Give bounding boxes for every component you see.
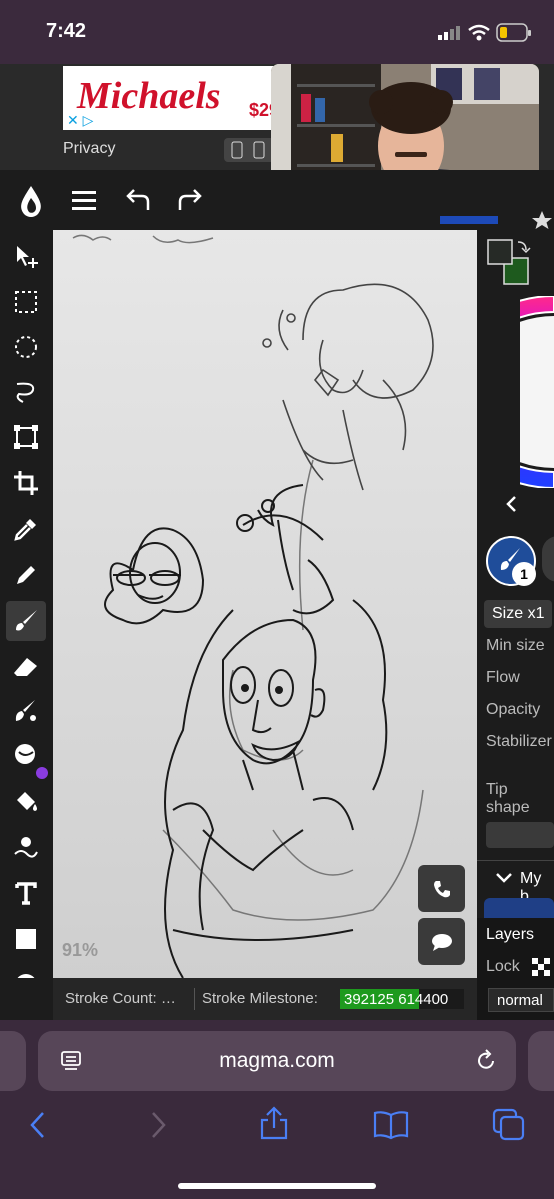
- status-bar: 7:42: [0, 0, 554, 64]
- share-icon[interactable]: [258, 1106, 290, 1140]
- collapse-panel-icon[interactable]: [504, 494, 520, 514]
- top-toolbar: [0, 170, 554, 230]
- ad-privacy[interactable]: Privacy: [63, 140, 115, 158]
- rect-select-icon: [15, 291, 37, 313]
- tool-column: [0, 230, 53, 1020]
- battery-icon: [496, 23, 531, 42]
- magma-logo-icon[interactable]: [14, 184, 48, 218]
- back-icon[interactable]: [28, 1110, 48, 1140]
- reload-icon[interactable]: [474, 1049, 498, 1073]
- warp-tool[interactable]: [6, 827, 46, 867]
- eraser-icon: [14, 658, 37, 676]
- text-tool[interactable]: [6, 873, 46, 913]
- device-icon: [231, 141, 265, 159]
- pencil-tool[interactable]: [6, 555, 46, 595]
- call-button[interactable]: [418, 865, 465, 912]
- forward-icon[interactable]: [148, 1110, 168, 1140]
- lock-label: Lock: [486, 958, 520, 975]
- transform-tool[interactable]: [6, 417, 46, 457]
- min-size-label[interactable]: Min size: [486, 637, 545, 655]
- url-text: magma.com: [219, 1049, 335, 1072]
- warp-icon: [14, 837, 38, 858]
- brush-set-item[interactable]: [484, 898, 554, 918]
- rectangle-tool[interactable]: [6, 919, 46, 959]
- smudge-icon: [15, 700, 36, 721]
- move-icon: [17, 246, 38, 268]
- eyedropper-icon: [14, 519, 36, 541]
- size-multiplier-button[interactable]: Size x1: [484, 600, 552, 628]
- star-icon[interactable]: [531, 210, 554, 230]
- status-time: 7:42: [46, 20, 87, 42]
- color-wheel[interactable]: [520, 296, 554, 488]
- smudge-tool[interactable]: [6, 691, 46, 731]
- ellipse-select-tool[interactable]: [6, 327, 46, 367]
- wifi-icon: [468, 24, 490, 41]
- stroke-milestone-label: Stroke Milestone:: [202, 990, 318, 1007]
- lock-transparency-icon[interactable]: [532, 958, 550, 976]
- transform-icon: [14, 425, 38, 449]
- tool-indicator-dot: [36, 767, 48, 779]
- home-indicator: [178, 1183, 376, 1189]
- ellipse-select-icon: [15, 336, 37, 358]
- stats-bar-left-gap: [0, 978, 53, 1020]
- brush-icon: [16, 610, 37, 631]
- prev-tab-peek[interactable]: [0, 1031, 26, 1091]
- chat-icon: [431, 933, 452, 951]
- rect-select-tool[interactable]: [6, 282, 46, 322]
- stroke-milestone-value: 392125 614400: [344, 991, 449, 1008]
- text-icon: [15, 882, 37, 905]
- ad-banner[interactable]: Michaels $29 ✕ ▷: [63, 66, 283, 130]
- tabs-icon[interactable]: [492, 1108, 526, 1142]
- redo-icon[interactable]: [176, 188, 204, 214]
- next-tab-peek[interactable]: [528, 1031, 554, 1091]
- color-swatches[interactable]: [486, 238, 532, 288]
- stabilizer-label[interactable]: Stabilizer: [486, 733, 552, 751]
- brush-tool[interactable]: [6, 601, 46, 641]
- lasso-icon: [16, 382, 35, 403]
- move-tool[interactable]: [6, 237, 46, 277]
- square-icon: [16, 929, 36, 949]
- layer-tab-indicator: [440, 216, 498, 224]
- bookmarks-icon[interactable]: [372, 1110, 410, 1140]
- address-bar[interactable]: magma.com: [38, 1031, 516, 1091]
- undo-icon[interactable]: [124, 188, 152, 214]
- layers-label[interactable]: Layers: [486, 926, 534, 944]
- opacity-label[interactable]: Opacity: [486, 701, 540, 719]
- phone-icon: [433, 880, 450, 897]
- eraser-tool[interactable]: [6, 647, 46, 687]
- crop-icon: [14, 471, 38, 495]
- signal-icon: [438, 26, 460, 40]
- tip-shape-selector[interactable]: [486, 822, 554, 848]
- bucket-icon: [17, 792, 37, 811]
- stroke-count: Stroke Count: …: [65, 990, 176, 1007]
- chevron-down-icon[interactable]: [494, 870, 514, 886]
- blob-icon: [15, 744, 35, 764]
- zoom-level: 91%: [62, 940, 99, 960]
- blend-mode-select[interactable]: normal: [488, 988, 554, 1012]
- stats-divider: [194, 988, 195, 1010]
- sketch-artwork: [72, 234, 434, 978]
- fill-tool[interactable]: [6, 781, 46, 821]
- menu-icon[interactable]: [72, 190, 98, 212]
- ad-choices-icon[interactable]: ✕ ▷: [67, 112, 107, 128]
- crop-tool[interactable]: [6, 463, 46, 503]
- tip-shape-label[interactable]: Tip shape: [486, 781, 554, 817]
- drawing-canvas[interactable]: [53, 230, 477, 978]
- svg-text:✕ ▷: ✕ ▷: [67, 112, 94, 128]
- brush-count-badge: 1: [512, 562, 536, 586]
- pencil-icon: [17, 566, 35, 584]
- chat-button[interactable]: [418, 918, 465, 965]
- device-toggle[interactable]: [224, 138, 274, 162]
- stroke-milestone-progress: 392125 614400: [340, 989, 464, 1009]
- flow-label[interactable]: Flow: [486, 669, 520, 687]
- panel-divider: [477, 860, 554, 861]
- lasso-tool[interactable]: [6, 372, 46, 412]
- eyedropper-tool[interactable]: [6, 509, 46, 549]
